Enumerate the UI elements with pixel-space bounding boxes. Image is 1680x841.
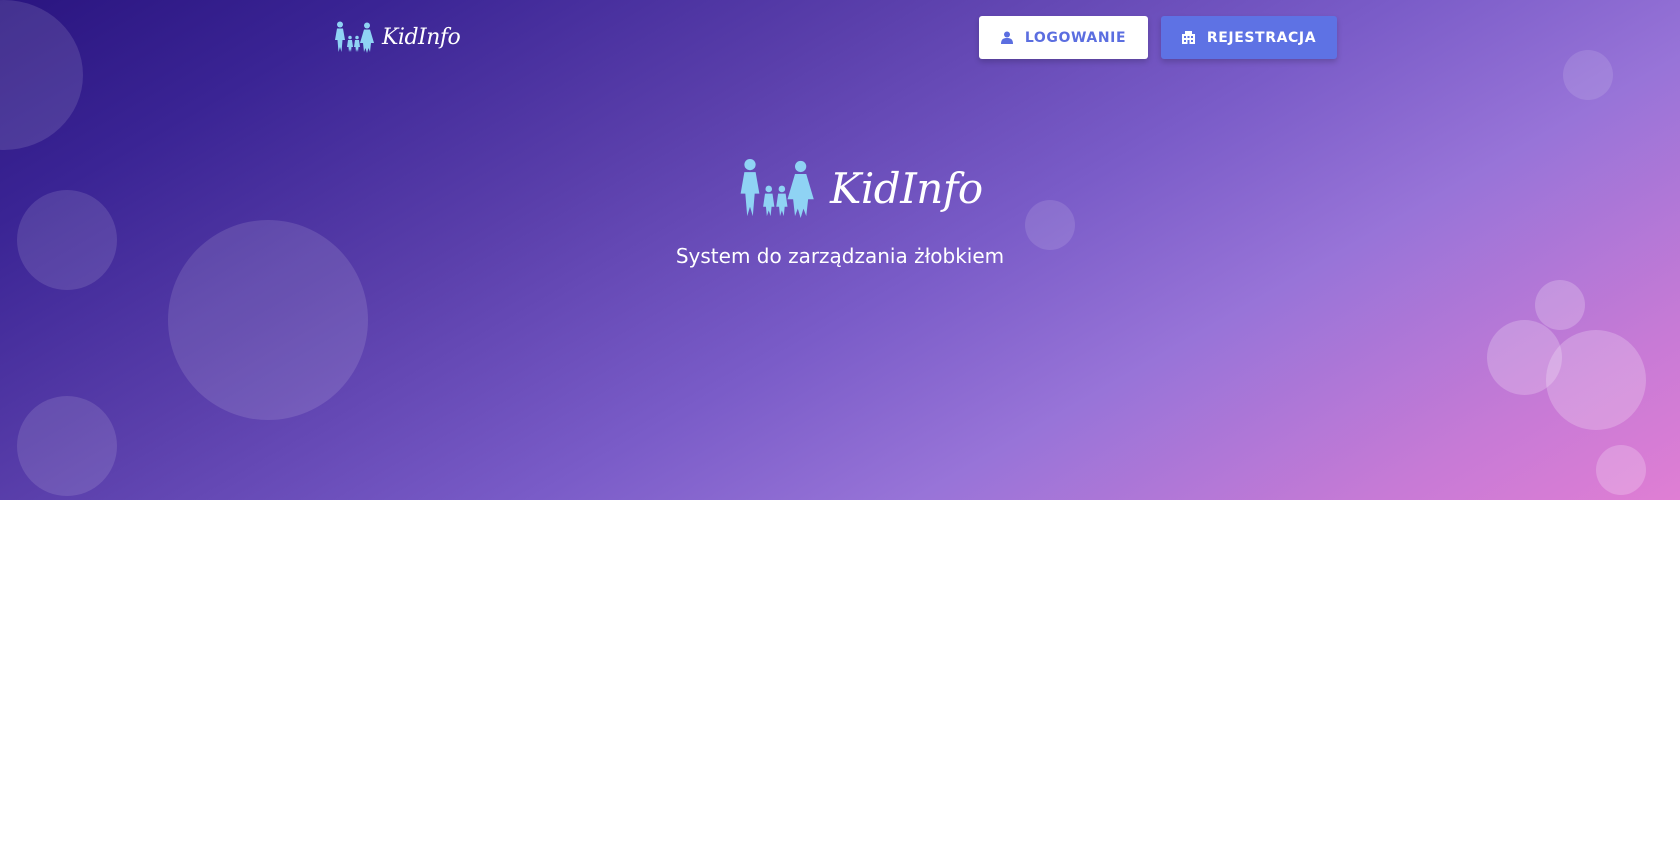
decorative-circle: [1546, 330, 1646, 430]
register-button-label: REJESTRACJA: [1206, 29, 1317, 46]
login-button[interactable]: LOGOWANIE: [979, 16, 1148, 59]
family-logo-icon: [740, 158, 814, 218]
decorative-circle: [1535, 280, 1585, 330]
family-logo-icon: [335, 21, 374, 53]
header-logo[interactable]: KidInfo: [334, 20, 461, 54]
login-button-label: LOGOWANIE: [1024, 29, 1127, 46]
decorative-circle: [1596, 445, 1646, 495]
hero-tagline: System do zarządzania żłobkiem: [675, 244, 1005, 268]
decorative-circle: [17, 190, 117, 290]
decorative-circle: [0, 0, 83, 150]
header-brand-name: KidInfo: [382, 24, 461, 50]
decorative-circle: [1563, 50, 1613, 100]
hero-section: KidInfo LOGOWANIE REJESTRACJA KidInfo Sy…: [0, 0, 1680, 500]
register-button[interactable]: REJESTRACJA: [1161, 16, 1337, 59]
decorative-circle: [1025, 200, 1075, 250]
hero-logo: KidInfo: [738, 156, 983, 220]
user-icon: [1000, 31, 1013, 44]
hero-brand-name: KidInfo: [830, 163, 983, 213]
building-icon: [1181, 31, 1195, 44]
decorative-circle: [17, 396, 117, 496]
